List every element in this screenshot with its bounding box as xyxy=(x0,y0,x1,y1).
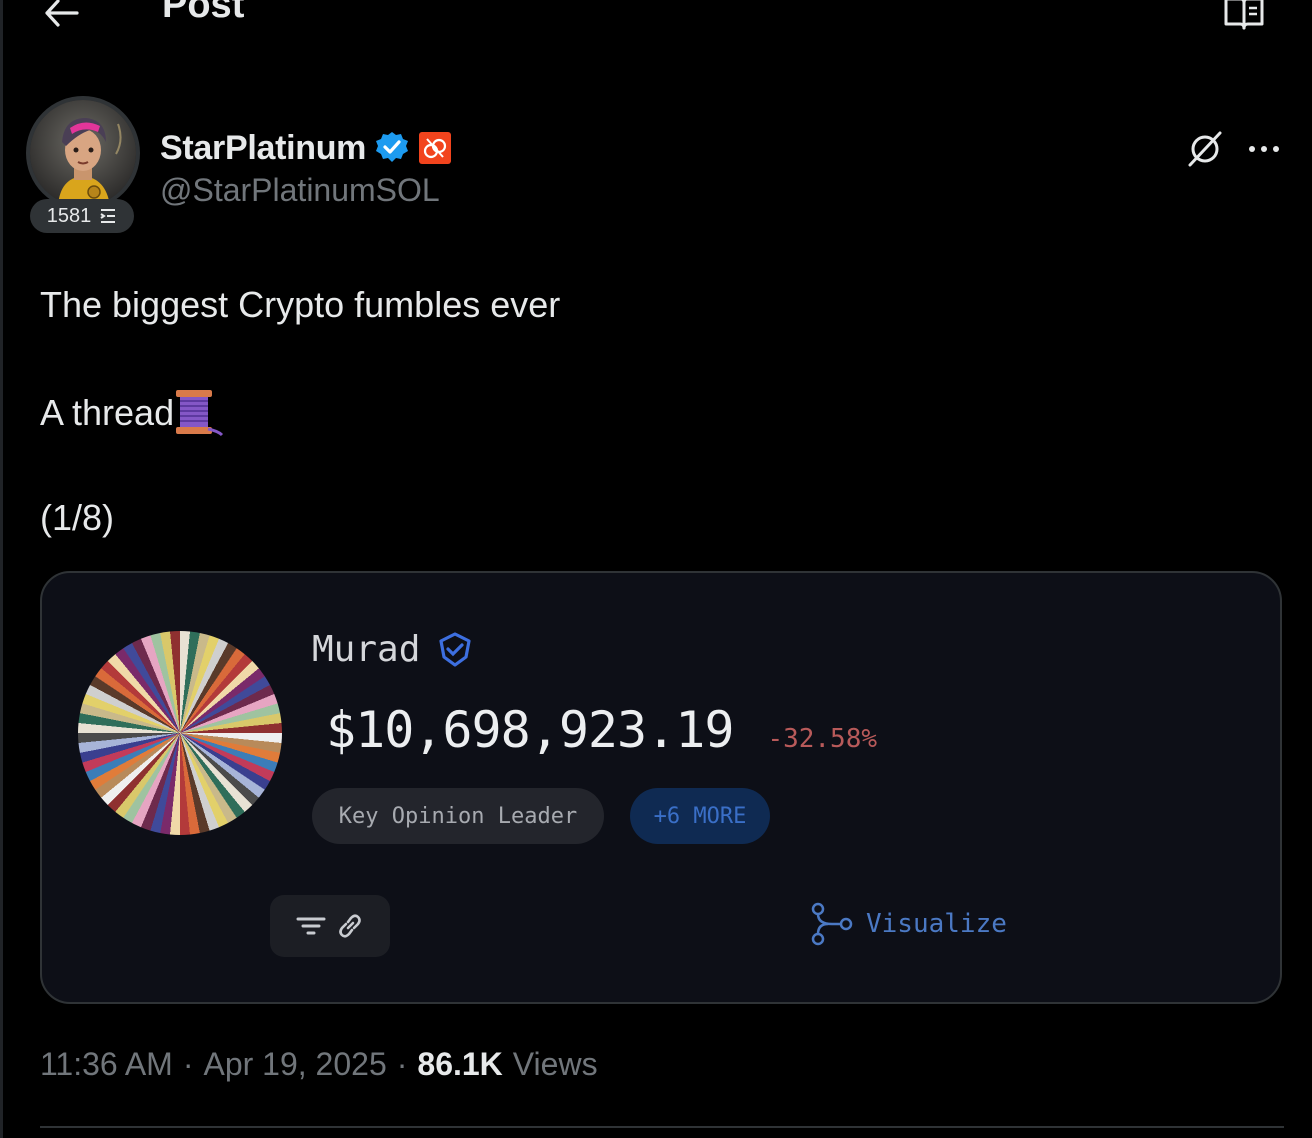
shield-check-icon xyxy=(439,631,471,667)
author-display-name[interactable]: StarPlatinum xyxy=(160,129,366,168)
divider xyxy=(40,1126,1284,1128)
post-text-thread: A thread xyxy=(40,392,175,433)
wallet-name: Murad xyxy=(312,629,421,670)
views-count[interactable]: 86.1K xyxy=(417,1046,502,1083)
media-card[interactable]: Murad $10,698,923.19 -32.58% Key Opinion… xyxy=(40,571,1282,1004)
verified-badge-icon xyxy=(376,132,409,162)
thread-spool-emoji xyxy=(176,390,224,437)
balance-change: -32.58% xyxy=(767,724,878,754)
tag-more: +6 MORE xyxy=(630,788,770,844)
visualize-label: Visualize xyxy=(866,909,1007,939)
post-time[interactable]: 11:36 AM xyxy=(40,1046,173,1083)
wallet-name-row: Murad xyxy=(312,629,474,670)
list-icon xyxy=(100,209,116,223)
post-meta: 11:36 AM · Apr 19, 2025 · 86.1K Views xyxy=(40,1046,598,1083)
meta-separator: · xyxy=(396,1046,408,1082)
post-text-line-1: The biggest Crypto fumbles ever xyxy=(40,284,561,325)
post-text-line-3: (1/8) xyxy=(40,497,115,538)
back-button[interactable] xyxy=(36,0,88,36)
post-header: Post xyxy=(0,0,1312,60)
affiliate-badge-icon[interactable] xyxy=(418,131,452,165)
avatar[interactable] xyxy=(26,96,140,210)
meta-separator: · xyxy=(182,1046,194,1082)
link-icon xyxy=(339,914,361,938)
views-label[interactable]: Views xyxy=(513,1046,598,1083)
page-title: Post xyxy=(162,0,245,26)
author-name-row[interactable]: StarPlatinum xyxy=(160,126,452,170)
filter-icon xyxy=(296,917,326,935)
timeline-left-border xyxy=(0,0,3,1138)
more-horizontal-icon xyxy=(1249,146,1279,152)
arrow-left-icon xyxy=(45,0,79,27)
post-text-line-2: A thread xyxy=(40,389,224,437)
wallet-balance: $10,698,923.19 xyxy=(326,701,734,759)
visualize-button: Visualize xyxy=(808,901,1007,947)
grok-icon xyxy=(1188,131,1222,167)
balance-row: $10,698,923.19 -32.58% xyxy=(326,701,877,759)
graph-nodes-icon xyxy=(811,902,853,946)
book-open-icon xyxy=(1224,0,1264,30)
author-handle[interactable]: @StarPlatinumSOL xyxy=(160,172,440,209)
avatar-illustration xyxy=(30,100,136,206)
score-badge[interactable]: 1581 xyxy=(30,199,134,233)
wallet-avatar-wheel xyxy=(78,631,282,835)
grok-button[interactable] xyxy=(1180,126,1230,172)
tag-key-opinion-leader: Key Opinion Leader xyxy=(312,788,604,844)
score-value: 1581 xyxy=(46,204,92,227)
more-options-button[interactable] xyxy=(1240,126,1288,172)
post-date[interactable]: Apr 19, 2025 xyxy=(203,1046,386,1083)
filter-link-button xyxy=(270,895,390,957)
reader-mode-button[interactable] xyxy=(1218,0,1270,34)
